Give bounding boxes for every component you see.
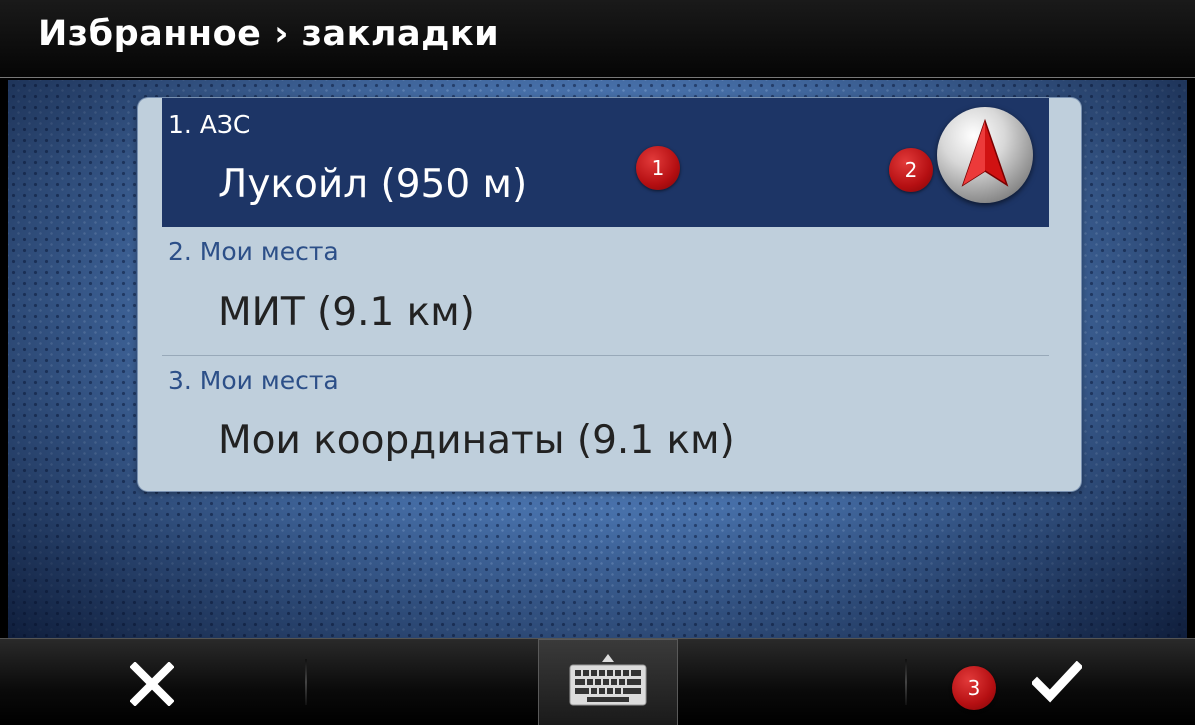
- list-item[interactable]: 1. АЗС Лукойл (950 м) 1 2: [162, 98, 1049, 227]
- item-category: 3. Мои места: [168, 366, 339, 395]
- list-item[interactable]: 2. Мои места МИТ (9.1 км): [162, 227, 1049, 355]
- confirm-button[interactable]: 3: [907, 639, 1195, 725]
- item-name: Лукойл (950 м): [218, 162, 528, 207]
- callout-badge-3: 3: [952, 666, 996, 710]
- bottom-toolbar: 3: [0, 638, 1195, 725]
- cancel-button[interactable]: [0, 639, 305, 725]
- keyboard-icon: [569, 654, 647, 706]
- callout-badge-1: 1: [636, 146, 680, 190]
- navigate-button[interactable]: [937, 107, 1033, 203]
- navigation-arrow-icon: [961, 118, 1009, 187]
- list-item[interactable]: 3. Мои места Мои координаты (9.1 км): [162, 356, 1049, 491]
- toolbar-separator: [305, 659, 307, 705]
- title-bar: Избранное › закладки: [0, 0, 1195, 78]
- item-name: МИТ (9.1 км): [218, 290, 475, 335]
- page-title: Избранное › закладки: [38, 14, 500, 54]
- keyboard-button[interactable]: [538, 639, 678, 725]
- close-icon: [130, 662, 174, 706]
- callout-badge-2: 2: [889, 148, 933, 192]
- item-name: Мои координаты (9.1 км): [218, 418, 735, 463]
- main-screen: 1. АЗС Лукойл (950 м) 1 2 2. Мои места М…: [8, 80, 1187, 638]
- checkmark-icon: [1032, 661, 1082, 703]
- item-category: 2. Мои места: [168, 237, 339, 266]
- bookmark-list: 1. АЗС Лукойл (950 м) 1 2 2. Мои места М…: [138, 98, 1081, 491]
- item-category: 1. АЗС: [168, 110, 251, 139]
